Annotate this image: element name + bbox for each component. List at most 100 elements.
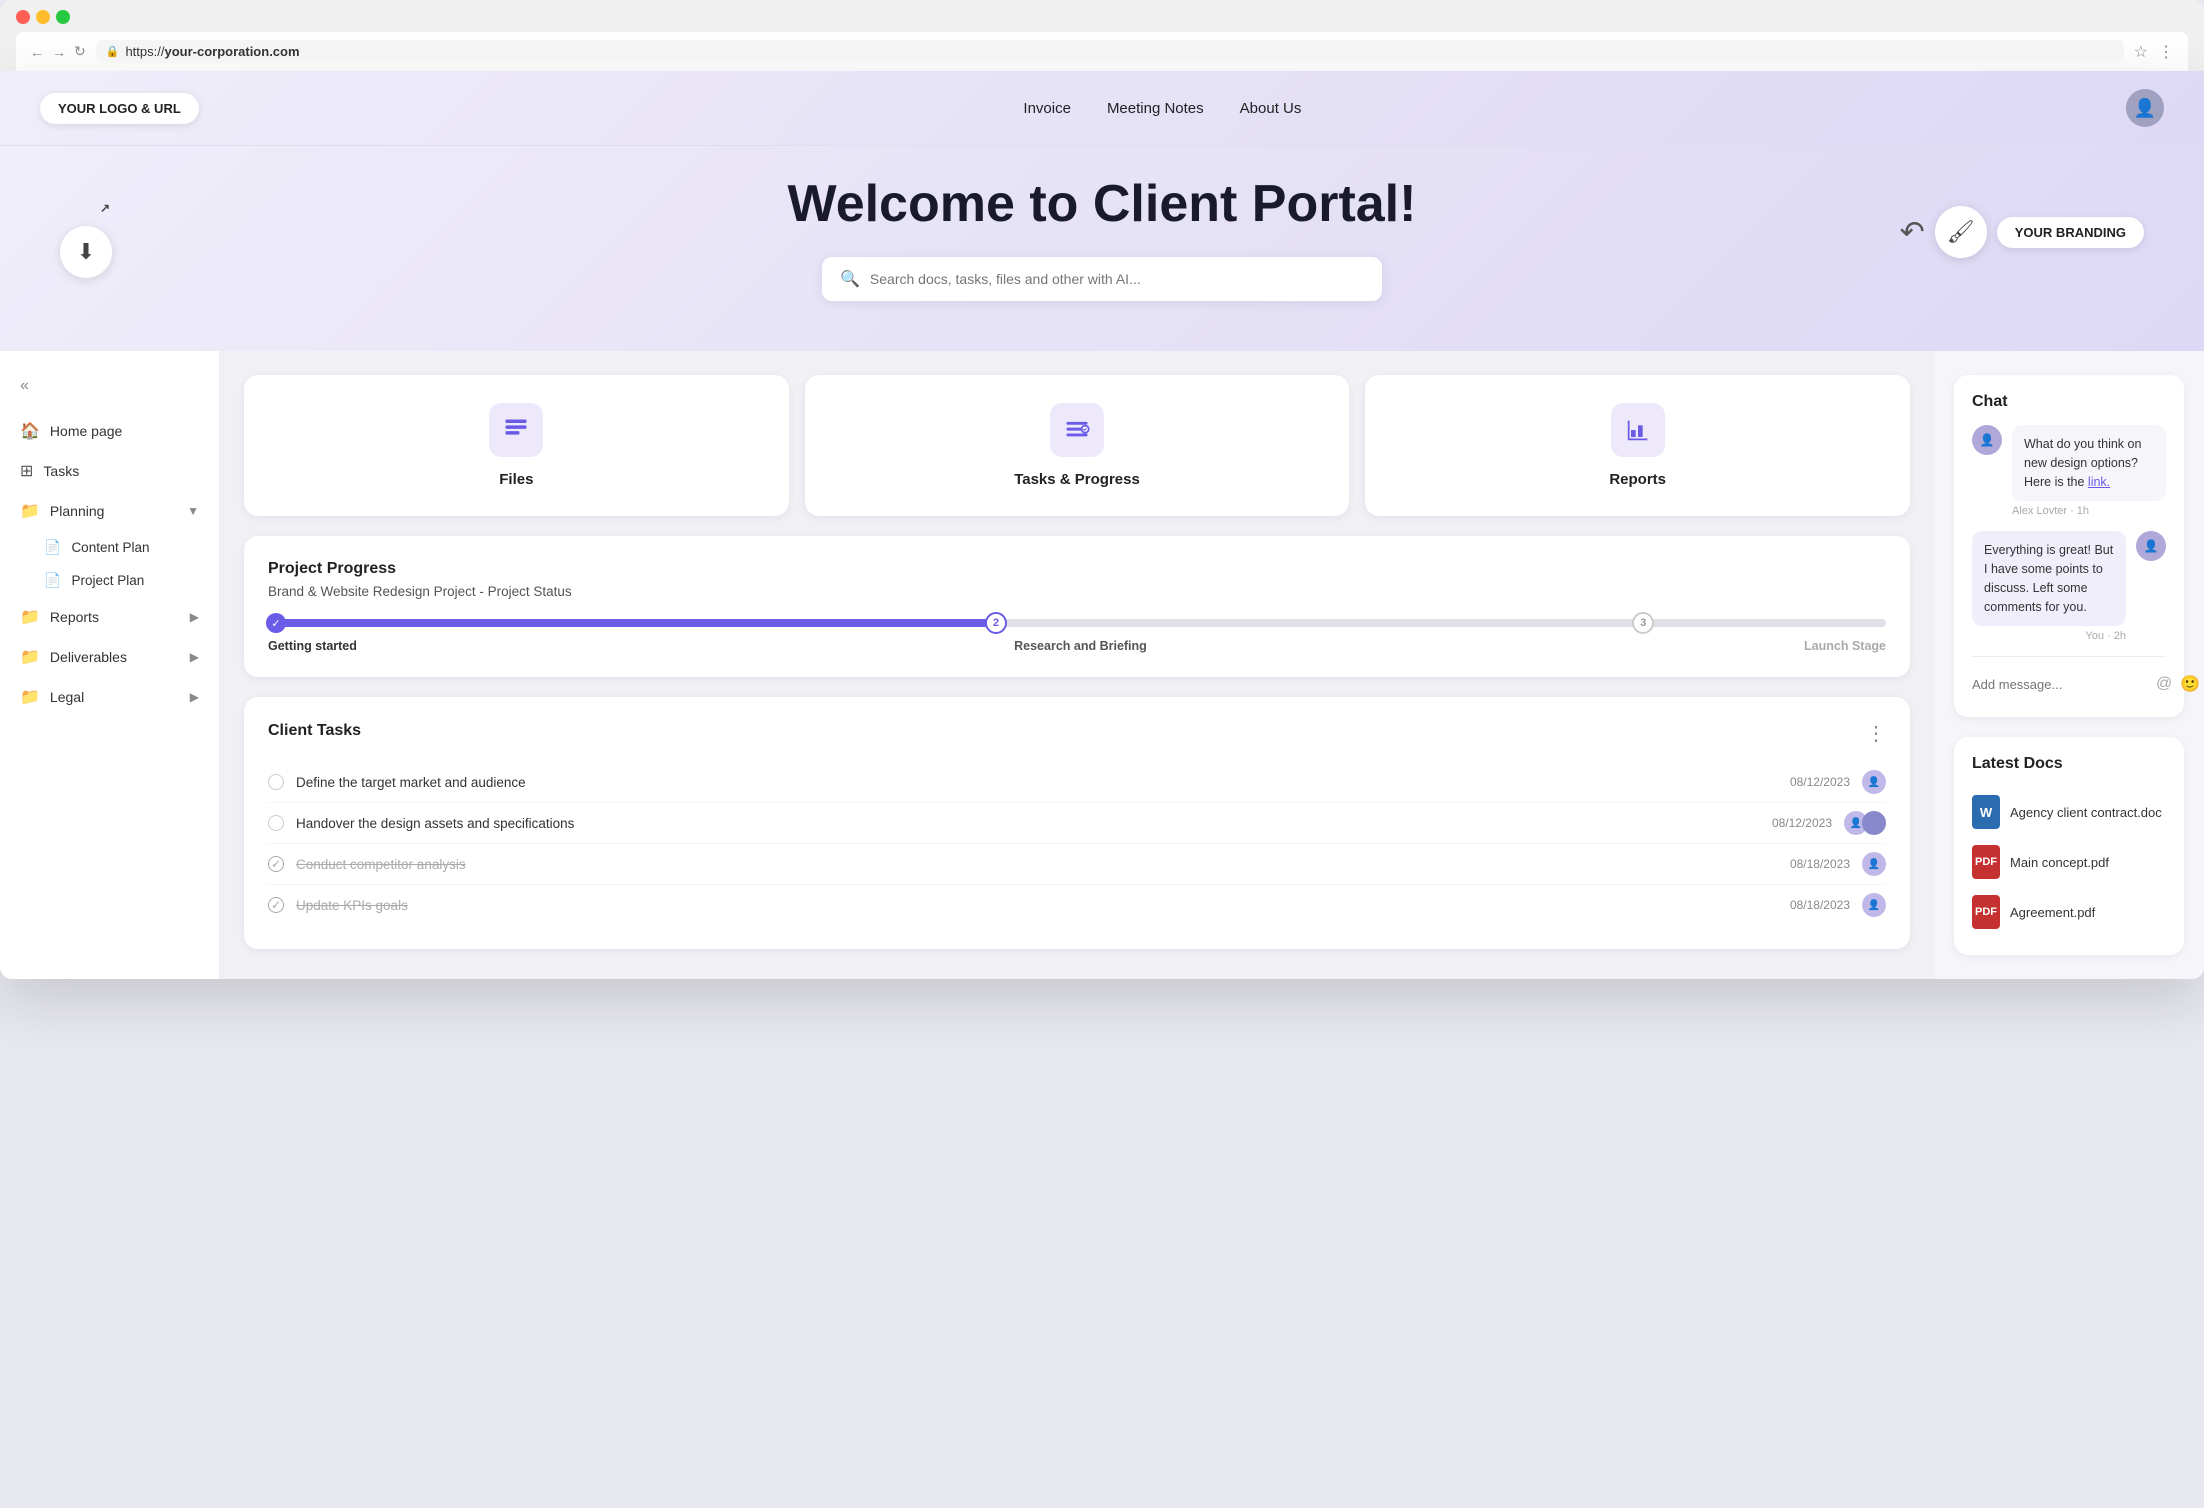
browser-traffic-lights: [16, 10, 2188, 24]
hero-section: ⬇ ↗ ↶ 🖌 YOUR BRANDING Welcome to Client …: [0, 146, 2204, 351]
progress-dot-3: 3: [1632, 612, 1654, 634]
nav-about-us[interactable]: About Us: [1240, 100, 1302, 117]
branding-label: YOUR BRANDING: [1997, 217, 2144, 248]
reports-label: Reports: [1609, 471, 1666, 488]
task-date-2: 08/12/2023: [1772, 816, 1832, 830]
hero-search-bar[interactable]: 🔍: [822, 257, 1382, 301]
browser-chrome: ← → ↻ 🔒 https://your-corporation.com ☆ ⋮: [0, 0, 2204, 71]
task-item: ✓ Conduct competitor analysis 08/18/2023…: [268, 844, 1886, 885]
task-label-4: Update KPIs goals: [296, 898, 1778, 913]
sidebar-item-deliverables[interactable]: 📁 Deliverables ▶: [0, 637, 219, 677]
files-icon: [489, 403, 543, 457]
chat-text-1: What do you think on new design options?…: [2024, 437, 2141, 489]
sidebar-item-content-plan[interactable]: 📄 Content Plan: [0, 531, 219, 564]
task-checkbox-4[interactable]: ✓: [268, 897, 284, 913]
tasks-icon: ⊞: [20, 461, 33, 481]
sidebar-item-homepage[interactable]: 🏠 Home page: [0, 411, 219, 451]
branding-area: ↶ 🖌 YOUR BRANDING: [1900, 206, 2144, 258]
doc-item-1[interactable]: W Agency client contract.doc: [1972, 787, 2166, 837]
nav-invoice[interactable]: Invoice: [1023, 100, 1071, 117]
browser-menu-icon[interactable]: ⋮: [2158, 42, 2174, 62]
sidebar-label-planning: Planning: [50, 503, 177, 519]
emoji-icon[interactable]: 🙂: [2180, 674, 2200, 694]
chat-bubble-content-1: What do you think on new design options?…: [2012, 425, 2166, 501]
folder-icon-reports: 📁: [20, 607, 40, 627]
task-label-3: Conduct competitor analysis: [296, 857, 1778, 872]
task-avatar-3: 👤: [1862, 852, 1886, 876]
branding-icon-btn[interactable]: 🖌: [1935, 206, 1987, 258]
sidebar-collapse-btn[interactable]: «: [0, 371, 219, 411]
progress-dot-2: 2: [985, 612, 1007, 634]
browser-bar: ← → ↻ 🔒 https://your-corporation.com ☆ ⋮: [16, 32, 2188, 71]
docs-title: Latest Docs: [1972, 755, 2166, 773]
search-input[interactable]: [870, 271, 1364, 287]
sidebar: « 🏠 Home page ⊞ Tasks 📁 Planning ▼ 📄 Con…: [0, 351, 220, 979]
tasks-label: Tasks & Progress: [1014, 471, 1140, 488]
task-checkbox-3[interactable]: ✓: [268, 856, 284, 872]
quick-action-files[interactable]: Files: [244, 375, 789, 516]
sidebar-item-planning[interactable]: 📁 Planning ▼: [0, 491, 219, 531]
sidebar-item-legal[interactable]: 📁 Legal ▶: [0, 677, 219, 717]
progress-bar: ✓ 2 3: [268, 619, 1886, 627]
tasks-menu-icon[interactable]: ⋮: [1866, 721, 1886, 746]
sidebar-item-project-plan[interactable]: 📄 Project Plan: [0, 564, 219, 597]
logo-arrow-label: ↗: [100, 201, 110, 215]
chat-meta-2: You · 2h: [1972, 630, 2126, 642]
back-button[interactable]: ←: [30, 43, 44, 60]
pdf-icon-1: PDF: [1972, 845, 2000, 879]
sidebar-label-tasks: Tasks: [43, 463, 199, 479]
chat-meta-1: Alex Lovter · 1h: [2012, 505, 2166, 517]
chevron-right-icon-reports: ▶: [190, 610, 199, 624]
sidebar-item-reports[interactable]: 📁 Reports ▶: [0, 597, 219, 637]
chat-message-1: 👤 What do you think on new design option…: [1972, 425, 2166, 517]
task-item: Define the target market and audience 08…: [268, 762, 1886, 803]
folder-icon-deliverables: 📁: [20, 647, 40, 667]
sidebar-label-reports: Reports: [50, 609, 180, 625]
center-content: Files Tasks & Progress: [220, 351, 1934, 979]
files-label: Files: [499, 471, 533, 488]
search-icon: 🔍: [840, 269, 860, 289]
client-tasks-header: Client Tasks ⋮: [268, 721, 1886, 746]
chat-input[interactable]: [1972, 677, 2148, 692]
nav-meeting-notes[interactable]: Meeting Notes: [1107, 100, 1204, 117]
doc-icon-content: 📄: [44, 539, 61, 556]
minimize-btn[interactable]: [36, 10, 50, 24]
docs-card: Latest Docs W Agency client contract.doc…: [1954, 737, 2184, 955]
main-content: « 🏠 Home page ⊞ Tasks 📁 Planning ▼ 📄 Con…: [0, 351, 2204, 979]
mention-icon[interactable]: @: [2156, 675, 2172, 693]
chat-text-2: Everything is great! But I have some poi…: [1984, 543, 2113, 613]
close-btn[interactable]: [16, 10, 30, 24]
url-bar[interactable]: 🔒 https://your-corporation.com: [96, 40, 2124, 63]
doc-item-3[interactable]: PDF Agreement.pdf: [1972, 887, 2166, 937]
progress-label-start: Getting started: [268, 639, 357, 653]
maximize-btn[interactable]: [56, 10, 70, 24]
reports-icon: [1611, 403, 1665, 457]
task-checkbox-2[interactable]: [268, 815, 284, 831]
task-item: Handover the design assets and specifica…: [268, 803, 1886, 844]
quick-action-tasks[interactable]: Tasks & Progress: [805, 375, 1350, 516]
progress-label-end: Launch Stage: [1804, 639, 1886, 653]
user-avatar[interactable]: 👤: [2126, 89, 2164, 127]
task-date-1: 08/12/2023: [1790, 775, 1850, 789]
download-button[interactable]: ⬇: [60, 226, 112, 278]
chat-input-row: @ 🙂 ➤: [1972, 656, 2166, 699]
logo-badge[interactable]: YOUR LOGO & URL: [40, 93, 199, 124]
sidebar-item-tasks[interactable]: ⊞ Tasks: [0, 451, 219, 491]
refresh-button[interactable]: ↻: [74, 43, 86, 60]
tasks-progress-icon: [1050, 403, 1104, 457]
chat-link[interactable]: link.: [2088, 475, 2110, 489]
chat-bubble-2: Everything is great! But I have some poi…: [1972, 531, 2126, 642]
quick-action-reports[interactable]: Reports: [1365, 375, 1910, 516]
doc-item-2[interactable]: PDF Main concept.pdf: [1972, 837, 2166, 887]
chat-message-2: 👤 Everything is great! But I have some p…: [1972, 531, 2166, 642]
task-checkbox-1[interactable]: [268, 774, 284, 790]
browser-nav: ← → ↻: [30, 43, 86, 60]
pdf-icon-2: PDF: [1972, 895, 2000, 929]
bookmark-icon[interactable]: ☆: [2134, 42, 2148, 62]
chevron-right-icon-deliverables: ▶: [190, 650, 199, 664]
url-text: https://your-corporation.com: [125, 44, 299, 59]
forward-button[interactable]: →: [52, 43, 66, 60]
hero-title: Welcome to Client Portal!: [40, 176, 2164, 233]
chat-card: Chat 👤 What do you think on new design o…: [1954, 375, 2184, 717]
progress-labels: Getting started Research and Briefing La…: [268, 639, 1886, 653]
